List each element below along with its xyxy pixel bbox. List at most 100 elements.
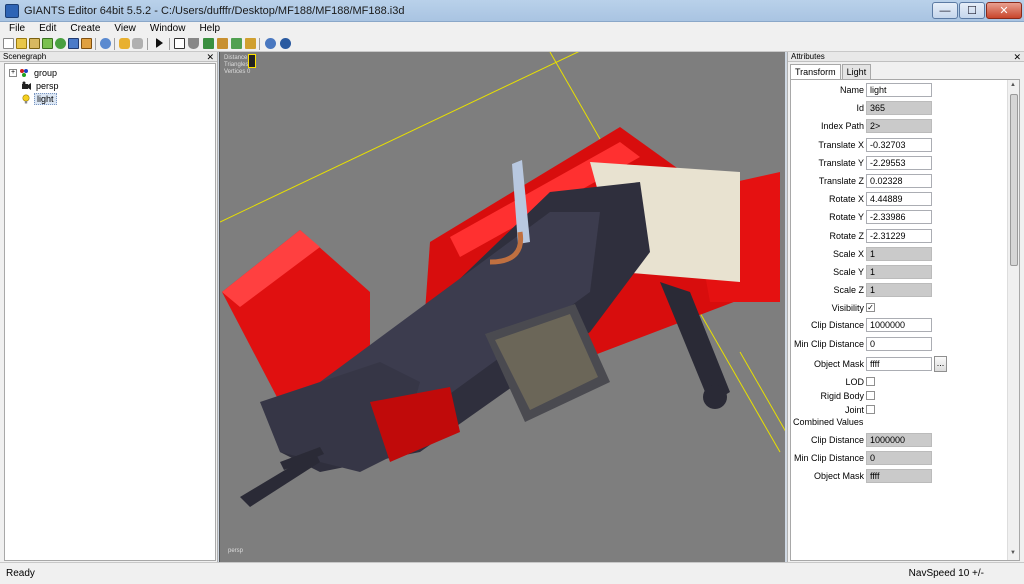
joint-checkbox[interactable]	[866, 405, 875, 414]
menu-bar: File Edit Create View Window Help	[0, 22, 1024, 36]
translate-x-row: Translate X -0.32703	[791, 137, 1006, 153]
scale-y-label: Scale Y	[833, 267, 864, 277]
reload-icon[interactable]	[55, 38, 66, 49]
foliage-icon[interactable]	[231, 38, 242, 49]
new-file-icon[interactable]	[3, 38, 14, 49]
close-window-button[interactable]: ✕	[986, 2, 1022, 19]
save-icon[interactable]	[29, 38, 40, 49]
open-icon[interactable]	[16, 38, 27, 49]
play-icon[interactable]	[156, 38, 163, 48]
paint-icon[interactable]	[217, 38, 228, 49]
status-text: Ready	[6, 568, 35, 579]
translate-z-label: Translate Z	[818, 176, 864, 186]
scale-y-row: Scale Y1	[791, 264, 1006, 280]
menu-view[interactable]: View	[105, 22, 141, 36]
minimize-button[interactable]: —	[932, 2, 958, 19]
scroll-up-icon[interactable]: ▲	[1010, 82, 1016, 88]
lod-label: LOD	[845, 377, 864, 387]
object-mask-field[interactable]: ffff	[866, 356, 932, 371]
import-icon[interactable]	[81, 38, 92, 49]
clip-distance-label: Clip Distance	[810, 320, 864, 331]
scale-x-label: Scale X	[832, 248, 864, 259]
translate-z-field[interactable]: 0.02328	[866, 174, 932, 188]
scale-x-row: Scale X1	[791, 246, 1006, 262]
magnet-icon[interactable]	[188, 38, 199, 49]
menu-window[interactable]: Window	[141, 22, 191, 36]
viewport-scene	[220, 52, 785, 507]
tree-node-light[interactable]: light	[19, 92, 57, 105]
scenegraph-close-button[interactable]: ✕	[206, 52, 214, 62]
translate-y-field[interactable]: -2.29553	[866, 155, 932, 170]
toolbar	[0, 36, 1024, 52]
title-bar: GIANTS Editor 64bit 5.5.2 - C:/Users/duf…	[0, 0, 1024, 22]
rotate-x-label: Rotate X	[828, 194, 864, 205]
translate-x-label: Translate X	[818, 139, 864, 150]
visibility-label: Visibility	[831, 303, 864, 314]
rigid-body-checkbox[interactable]	[866, 391, 875, 400]
object-mask-browse-button[interactable]: ...	[934, 355, 947, 372]
brush-icon[interactable]	[245, 38, 256, 49]
select-icon[interactable]	[174, 38, 185, 49]
terrain-icon[interactable]	[203, 38, 214, 49]
maximize-button[interactable]: ☐	[959, 2, 985, 19]
tree-node-persp[interactable]: persp	[19, 79, 61, 92]
attributes-title: Attributes	[791, 52, 825, 61]
undo-icon[interactable]	[119, 38, 130, 49]
vertical-scrollbar[interactable]: ▲ ▼	[1007, 80, 1019, 560]
window-title: GIANTS Editor 64bit 5.5.2 - C:/Users/duf…	[24, 5, 405, 17]
clip-distance-field[interactable]: 1000000	[866, 318, 932, 333]
scale-z-row: Scale Z1	[791, 282, 1006, 298]
name-field[interactable]: light	[866, 83, 932, 97]
tree-node-group[interactable]: + group	[5, 66, 59, 79]
index-path-label: Index Path	[820, 121, 864, 132]
translate-x-field[interactable]: -0.32703	[866, 137, 932, 152]
save-as-icon[interactable]	[42, 38, 53, 49]
print-icon[interactable]	[100, 38, 111, 49]
lod-checkbox[interactable]	[866, 377, 875, 386]
scroll-down-icon[interactable]: ▼	[1010, 550, 1016, 556]
rotate-y-label: Rotate Y	[829, 212, 864, 223]
index-path-row: Index Path 2>	[791, 118, 1006, 134]
translate-y-label: Translate Y	[818, 157, 864, 168]
scenegraph-panel: Scenegraph ✕ + group persp light	[0, 52, 218, 562]
stats-line: Vertices 0	[224, 69, 251, 75]
group-node-icon	[20, 68, 28, 77]
visibility-checkbox[interactable]: ✓	[866, 303, 875, 313]
scenegraph-tree[interactable]: + group persp light	[4, 63, 216, 561]
attributes-panel: Attributes ✕ Transform Light Name light Id…	[787, 52, 1024, 562]
tree-label: group	[34, 67, 58, 78]
redo-icon[interactable]	[132, 38, 143, 49]
rotate-z-row: Rotate Z -2.31229	[791, 228, 1006, 244]
rigid-body-label: Rigid Body	[820, 391, 864, 401]
export-icon[interactable]	[68, 38, 79, 49]
menu-file[interactable]: File	[0, 22, 30, 36]
app-icon	[5, 4, 19, 18]
translate-z-row: Translate Z 0.02328	[791, 173, 1006, 189]
gear-icon[interactable]	[280, 38, 291, 49]
combined-values-heading: Combined Values	[793, 417, 864, 427]
scenegraph-header: Scenegraph ✕	[0, 52, 217, 62]
guide-line	[739, 351, 785, 432]
attributes-close-button[interactable]: ✕	[1013, 52, 1021, 62]
rotate-z-field[interactable]: -2.31229	[866, 228, 932, 243]
tab-transform[interactable]: Transform	[790, 64, 841, 80]
combined-object-mask-label: Object Mask	[813, 471, 864, 482]
rotate-y-field[interactable]: -2.33986	[866, 210, 932, 225]
combined-object-mask-row: Object Mask ffff	[791, 468, 1006, 484]
3d-viewport[interactable]: Distance Triangles Vertices 0 persp	[219, 52, 785, 562]
menu-edit[interactable]: Edit	[30, 22, 61, 36]
id-label: Id	[856, 103, 864, 114]
rotate-x-field[interactable]: 4.44889	[866, 192, 932, 207]
stats-line: Triangles	[224, 62, 249, 68]
scrollbar-thumb[interactable]	[1010, 94, 1018, 266]
menu-create[interactable]: Create	[61, 22, 105, 36]
visibility-row: Visibility ✓	[791, 300, 1006, 316]
min-clip-distance-field[interactable]: 0	[866, 336, 932, 351]
tab-light[interactable]: Light	[841, 64, 872, 79]
expand-icon[interactable]: +	[9, 68, 17, 77]
settings-icon[interactable]	[265, 38, 276, 49]
id-row: Id 365	[791, 100, 1006, 116]
combined-min-clip-distance-label: Min Clip Distance	[793, 453, 864, 464]
tree-label: persp	[36, 80, 59, 91]
menu-help[interactable]: Help	[190, 22, 225, 36]
